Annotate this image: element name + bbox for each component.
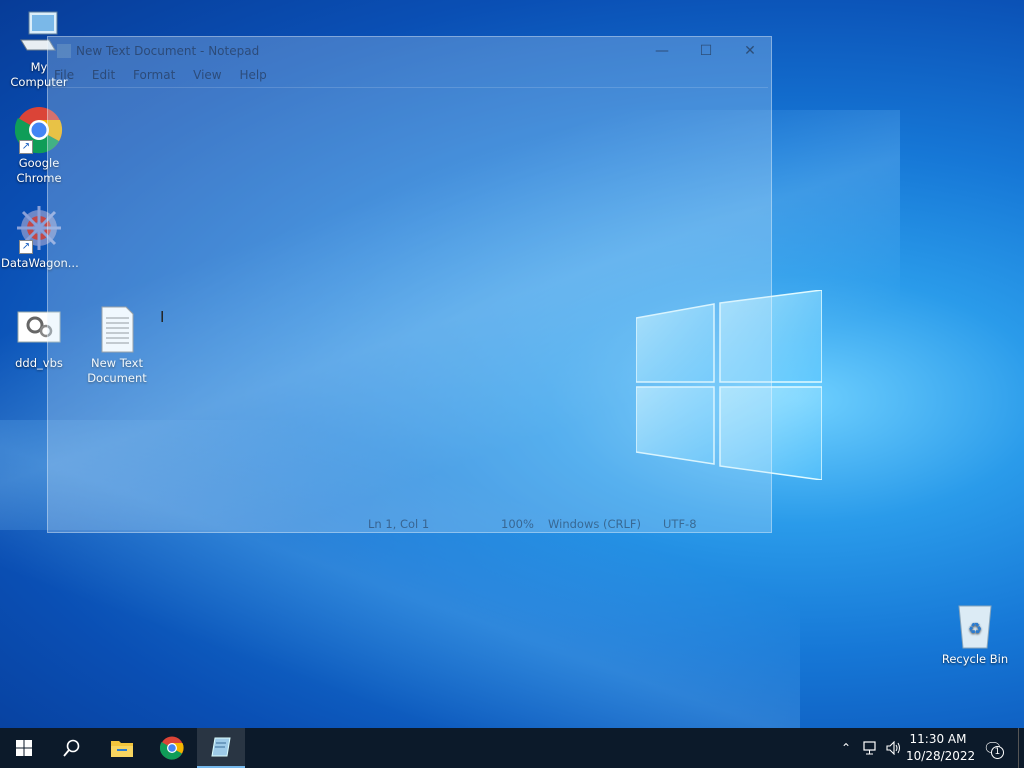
close-button[interactable]: ✕ bbox=[728, 41, 772, 63]
action-center-button[interactable]: 🗨 1 bbox=[978, 728, 1008, 768]
status-line-endings: Windows (CRLF) bbox=[548, 517, 642, 531]
menu-bar: File Edit Format View Help bbox=[54, 68, 281, 82]
chrome-icon bbox=[160, 736, 184, 760]
shortcut-arrow-icon: ↗ bbox=[19, 140, 33, 154]
start-button[interactable] bbox=[0, 728, 48, 768]
show-desktop-button[interactable] bbox=[1018, 728, 1024, 768]
folder-icon bbox=[111, 741, 133, 757]
status-zoom: 100% bbox=[501, 517, 534, 531]
search-button[interactable] bbox=[48, 728, 96, 768]
notepad-app-icon bbox=[57, 44, 71, 58]
menu-view[interactable]: View bbox=[193, 68, 221, 82]
taskbar-chrome[interactable] bbox=[148, 728, 196, 768]
show-hidden-icons-button[interactable]: ⌃ bbox=[836, 728, 856, 768]
window-title: New Text Document - Notepad bbox=[76, 44, 260, 58]
notification-count-badge: 1 bbox=[990, 745, 1004, 759]
menu-format[interactable]: Format bbox=[133, 68, 175, 82]
volume-button[interactable] bbox=[884, 728, 904, 768]
desktop-icon-label: Recycle Bin bbox=[941, 652, 1009, 666]
chevron-up-icon: ⌃ bbox=[840, 741, 852, 755]
status-encoding: UTF-8 bbox=[663, 517, 697, 531]
taskbar-file-explorer[interactable] bbox=[98, 728, 146, 768]
clock-date: 10/28/2022 bbox=[906, 749, 976, 763]
menu-help[interactable]: Help bbox=[239, 68, 266, 82]
maximize-button[interactable]: ☐ bbox=[684, 41, 728, 63]
desktop-icon-recycle-bin[interactable]: ♻ Recycle Bin bbox=[937, 602, 1013, 667]
network-button[interactable] bbox=[860, 728, 882, 768]
taskbar: ⌃ 11:30 AM 10/28/2022 🗨 1 bbox=[0, 728, 1024, 768]
network-icon bbox=[863, 741, 876, 755]
taskbar-clock[interactable]: 11:30 AM 10/28/2022 bbox=[906, 731, 976, 765]
shortcut-arrow-icon: ↗ bbox=[19, 240, 33, 254]
status-position: Ln 1, Col 1 bbox=[368, 517, 430, 531]
minimize-button[interactable]: — bbox=[640, 41, 684, 63]
taskbar-notepad[interactable] bbox=[197, 728, 245, 768]
svg-text:♻: ♻ bbox=[968, 619, 982, 638]
speaker-icon bbox=[886, 741, 900, 755]
clock-time: 11:30 AM bbox=[909, 732, 967, 746]
notepad-window[interactable]: New Text Document - Notepad — ☐ ✕ File E… bbox=[47, 36, 772, 533]
notification-icon: 🗨 1 bbox=[983, 739, 1004, 759]
notepad-icon bbox=[211, 737, 231, 757]
search-icon bbox=[63, 739, 80, 757]
text-editor-area[interactable] bbox=[52, 87, 768, 513]
text-cursor-icon: I bbox=[160, 308, 165, 326]
menu-file[interactable]: File bbox=[54, 68, 74, 82]
windows-start-icon bbox=[16, 740, 32, 756]
menu-edit[interactable]: Edit bbox=[92, 68, 115, 82]
recycle-bin-icon: ♻ bbox=[951, 602, 999, 650]
